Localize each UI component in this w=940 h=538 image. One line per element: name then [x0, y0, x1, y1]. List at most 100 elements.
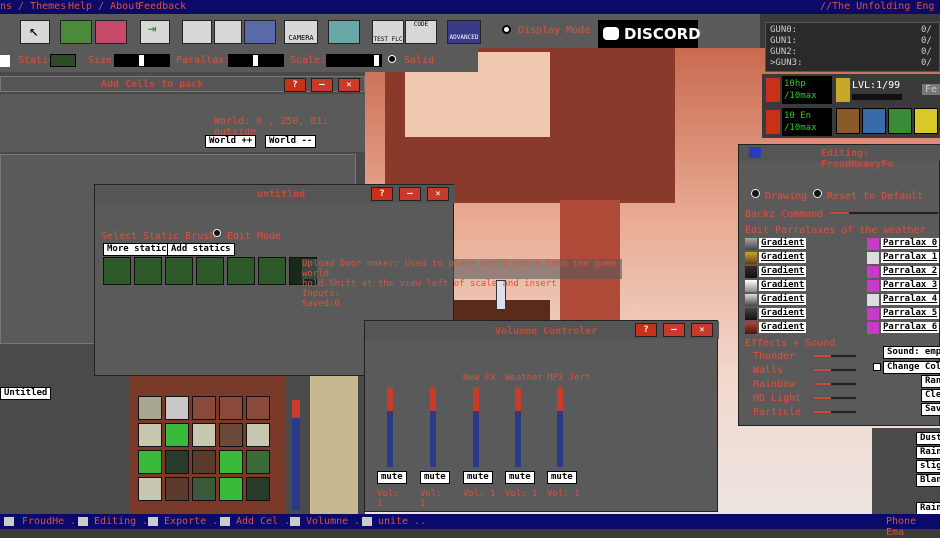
world-minus-button[interactable]: World --: [265, 135, 317, 148]
color-swatch[interactable]: [0, 55, 10, 67]
palette-tile[interactable]: [138, 423, 162, 447]
mute-button[interactable]: mute: [505, 471, 535, 484]
character-tool-button[interactable]: [328, 20, 360, 44]
test-flc-button[interactable]: TEST FLC: [372, 20, 404, 44]
parallax-button[interactable]: Parralax 3: [881, 280, 940, 291]
change-color-button[interactable]: Change Color: [883, 361, 940, 374]
gradient-button[interactable]: Gradient: [759, 294, 807, 305]
add-cells-close-button[interactable]: ✕: [338, 78, 360, 92]
effect-slider[interactable]: [813, 382, 857, 386]
save-button[interactable]: Save: [921, 403, 940, 416]
inventory-slot-4[interactable]: [914, 108, 938, 134]
mute-button[interactable]: mute: [420, 471, 450, 484]
taskbar-item-addcel[interactable]: Add Cel ..: [236, 516, 296, 527]
palette-tile[interactable]: [138, 450, 162, 474]
terrain-tool-button[interactable]: [60, 20, 92, 44]
static-tile[interactable]: [196, 257, 224, 285]
palette-tile[interactable]: [219, 396, 243, 420]
volume-slider[interactable]: [430, 387, 436, 467]
palette-scrollbar[interactable]: [292, 400, 300, 510]
clear-button[interactable]: Clea: [921, 389, 940, 402]
inventory-slot-1[interactable]: [836, 108, 860, 134]
effect-slider[interactable]: [813, 354, 857, 358]
gradient-button[interactable]: Gradient: [759, 308, 807, 319]
sound-tool-button[interactable]: [182, 20, 212, 44]
shapes-tool-button[interactable]: [95, 20, 127, 44]
more-statics-button[interactable]: More statics: [103, 243, 177, 256]
volume-slider[interactable]: [473, 387, 479, 467]
advanced-tool-button[interactable]: ADVANCED: [447, 20, 481, 44]
untitled-minimize-button[interactable]: —: [399, 187, 421, 201]
palette-tile[interactable]: [246, 423, 270, 447]
mute-button[interactable]: mute: [547, 471, 577, 484]
change-color-checkbox[interactable]: [873, 363, 881, 371]
parallax-button[interactable]: Parralax 5: [881, 308, 940, 319]
backz-slider[interactable]: [829, 211, 939, 215]
palette-tile[interactable]: [165, 477, 189, 501]
mute-button[interactable]: mute: [463, 471, 493, 484]
weather-blank[interactable]: Blank: [916, 474, 940, 487]
menu-help[interactable]: Help / About: [68, 1, 140, 12]
weather-dust[interactable]: Dust: [916, 432, 940, 445]
gradient-button[interactable]: Gradient: [759, 266, 807, 277]
palette-tile[interactable]: [192, 423, 216, 447]
palette-tile[interactable]: [219, 423, 243, 447]
palette-tile[interactable]: [192, 450, 216, 474]
volume-slider[interactable]: [557, 387, 563, 467]
gradient-button[interactable]: Gradient: [759, 238, 807, 249]
add-cells-minimize-button[interactable]: —: [311, 78, 333, 92]
inventory-slot-3[interactable]: [888, 108, 912, 134]
volume-help-button[interactable]: ?: [635, 323, 657, 337]
parallax-slider[interactable]: [228, 54, 284, 67]
reset-radio[interactable]: [813, 189, 822, 198]
cursor-tool-button[interactable]: ↖: [20, 20, 50, 44]
untitled-close-button[interactable]: ✕: [427, 187, 449, 201]
size-slider[interactable]: [114, 54, 170, 67]
untitled-titlebar[interactable]: untitled ? — ✕: [95, 185, 455, 203]
palette-tile[interactable]: [165, 450, 189, 474]
discord-button[interactable]: DISCORD: [598, 20, 701, 48]
menu-themes[interactable]: ns / Themes: [0, 1, 66, 12]
untitled-file-button[interactable]: Untitled: [0, 387, 52, 400]
volume-slider[interactable]: [387, 387, 393, 467]
palette-tile[interactable]: [246, 477, 270, 501]
static-preview[interactable]: [50, 54, 76, 67]
static-tile[interactable]: [227, 257, 255, 285]
weather-tool-button[interactable]: [244, 20, 276, 44]
code-tool-button[interactable]: CODE: [405, 20, 437, 44]
effect-slider[interactable]: [813, 396, 857, 400]
display-mode-radio[interactable]: [502, 25, 511, 34]
taskbar-phone-email[interactable]: Phone Ema: [886, 516, 940, 538]
exit-tool-button[interactable]: ⇥: [140, 20, 170, 44]
solid-radio[interactable]: [388, 55, 396, 63]
taskbar-item-unite[interactable]: unite ..: [378, 516, 426, 527]
palette-tile[interactable]: [138, 396, 162, 420]
parallax-button[interactable]: Parralax 6: [881, 322, 940, 333]
static-tile[interactable]: [165, 257, 193, 285]
static-tile[interactable]: [258, 257, 286, 285]
volume-titlebar[interactable]: Volumne Controler ? — ✕: [365, 321, 719, 339]
gradient-button[interactable]: Gradient: [759, 252, 807, 263]
volume-minimize-button[interactable]: —: [663, 323, 685, 337]
add-cells-help-button[interactable]: ?: [284, 78, 306, 92]
world-plus-button[interactable]: World ++: [205, 135, 257, 148]
untitled-help-button[interactable]: ?: [371, 187, 393, 201]
effect-slider[interactable]: [813, 410, 857, 414]
menu-feedback[interactable]: Feedback: [138, 1, 186, 12]
parallax-button[interactable]: Parralax 1: [881, 252, 940, 263]
drawing-radio[interactable]: [751, 189, 760, 198]
taskbar-item-volumne[interactable]: Volumne ..: [306, 516, 366, 527]
palette-tile[interactable]: [165, 396, 189, 420]
palette-tile[interactable]: [219, 450, 243, 474]
mute-button[interactable]: mute: [377, 471, 407, 484]
static-tile[interactable]: [134, 257, 162, 285]
palette-tile[interactable]: [138, 477, 162, 501]
weather-slight[interactable]: slight: [916, 460, 940, 473]
effect-slider[interactable]: [813, 368, 857, 372]
volume-slider[interactable]: [515, 387, 521, 467]
gradient-button[interactable]: Gradient: [759, 280, 807, 291]
taskbar-item-exporte[interactable]: Exporte ..: [164, 516, 224, 527]
sound-button[interactable]: Sound: empty: [883, 346, 940, 359]
editing-titlebar[interactable]: Editing: FroudHeavyFo: [739, 145, 940, 170]
palette-tile[interactable]: [165, 423, 189, 447]
